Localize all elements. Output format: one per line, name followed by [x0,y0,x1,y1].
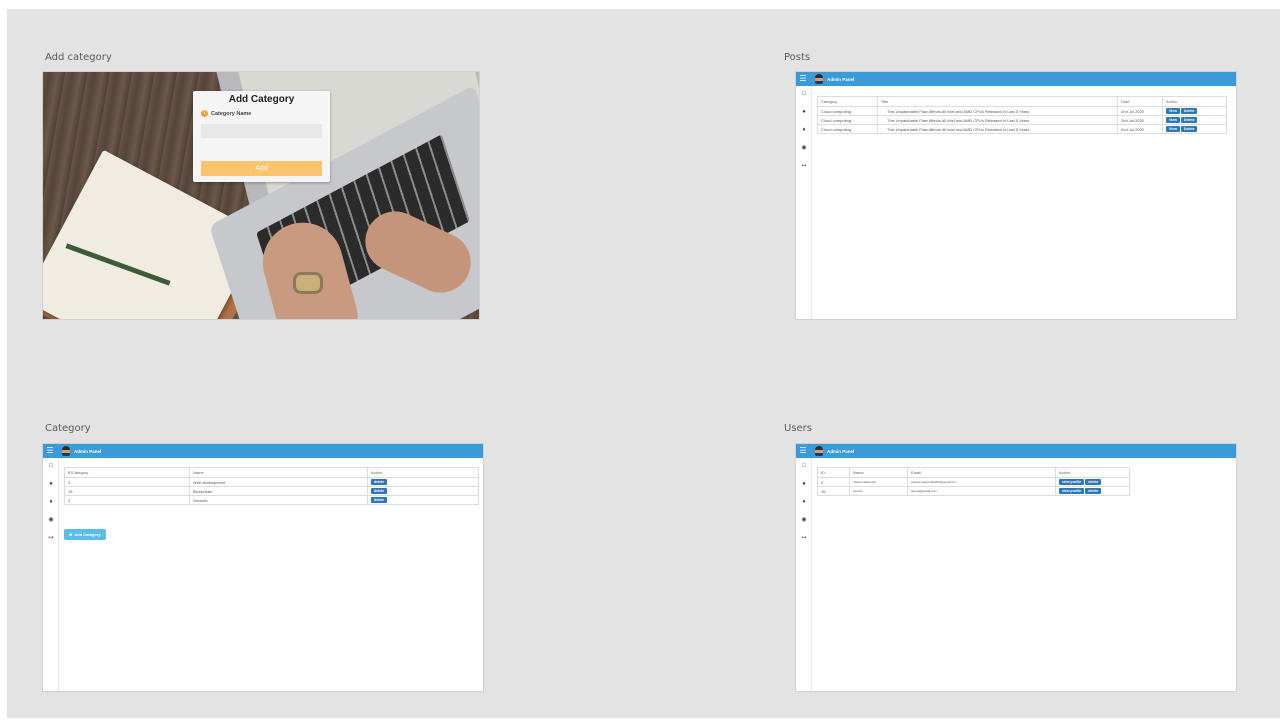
add-category-card: Add Category i Category Name Add [193,91,330,182]
logout-icon[interactable]: ↦ [799,161,809,171]
frame-category: ☰ Admin Panel □ ● ♦ ◉ ↦ IDCategory Name … [42,443,484,692]
col-date: Date [1117,96,1163,107]
table-row: 2 Yassine Elayoubi yassine.elayoubi2020@… [817,477,1130,487]
sidebar: □ ● ♦ ◉ ↦ [796,458,812,691]
delete-button[interactable]: delete [1085,488,1102,494]
topbar: ☰ Admin Panel [796,72,1236,86]
frame-label-users: Users [784,423,813,434]
monitor-icon[interactable]: □ [799,461,809,471]
users-table: ID Name Email Action 2 Yassine Elayoubi … [817,467,1130,496]
table-header: ID Name Email Action [817,467,1130,478]
frame-label-category: Category [45,423,91,434]
tags-icon[interactable]: ♦ [46,497,56,507]
view-button[interactable]: View [1166,108,1180,114]
category-name-label: i Category Name [201,110,251,117]
table-row: 2 Securite delete [64,495,479,505]
table-row: Cloud computing This Unpatchable Flaw Af… [817,124,1227,134]
view-profile-button[interactable]: view profile [1059,488,1085,494]
category-name-input[interactable] [201,124,322,138]
frame-label-posts: Posts [784,52,811,63]
frame-posts: ☰ Admin Panel □ ● ♦ ◉ ↦ Category Title D… [795,71,1237,320]
avatar [62,446,70,456]
col-name: Name [849,467,908,478]
tags-icon[interactable]: ♦ [799,125,809,135]
plus-circle-icon: ⊕ [69,532,73,537]
delete-button[interactable]: delete [371,497,388,503]
col-category: Category [817,96,878,107]
view-profile-button[interactable]: view profile [1059,479,1085,485]
delete-button[interactable]: delete [371,488,388,494]
table-row: Cloud computing This Unpatchable Flaw Af… [817,115,1227,125]
delete-button[interactable]: delete [371,479,388,485]
palette-icon[interactable]: ◉ [799,143,809,153]
hamburger-icon[interactable]: ☰ [796,72,810,86]
col-action: Action [1055,467,1130,478]
col-name: Name [189,467,368,478]
users-icon[interactable]: ● [799,107,809,117]
posts-table: Category Title Date Action Cloud computi… [817,96,1227,134]
add-category-title: Add Category [228,94,295,105]
logout-icon[interactable]: ↦ [799,533,809,543]
view-button[interactable]: View [1166,126,1180,132]
delete-button[interactable]: delete [1085,479,1102,485]
col-action: Action [1162,96,1227,107]
frame-add-category: Add Category i Category Name Add [42,71,480,320]
add-category-button[interactable]: ⊕ Add Category [64,529,106,540]
hamburger-icon[interactable]: ☰ [796,444,810,458]
hamburger-icon[interactable]: ☰ [43,444,57,458]
logout-icon[interactable]: ↦ [46,533,56,543]
add-button[interactable]: Add [201,161,322,176]
panel-title: Admin Panel [827,448,855,454]
col-id: ID [817,467,850,478]
frame-label-add-category: Add category [45,52,112,63]
topbar: ☰ Admin Panel [43,444,483,458]
avatar [815,74,823,84]
delete-button[interactable]: Delete [1180,108,1198,114]
palette-icon[interactable]: ◉ [46,515,56,525]
users-icon[interactable]: ● [799,479,809,489]
panel-title: Admin Panel [827,76,855,82]
delete-button[interactable]: Delete [1180,126,1198,132]
frame-users: ☰ Admin Panel □ ● ♦ ◉ ↦ ID Name Email Ac… [795,443,1237,692]
panel-title: Admin Panel [74,448,102,454]
table-header: IDCategory Name Action [64,467,479,478]
users-icon[interactable]: ● [46,479,56,489]
info-icon: i [201,110,208,117]
view-button[interactable]: View [1166,117,1180,123]
topbar: ☰ Admin Panel [796,444,1236,458]
table-row: Cloud computing This Unpatchable Flaw Af… [817,106,1227,116]
monitor-icon[interactable]: □ [799,89,809,99]
table-row: 2 Web development delete [64,477,479,487]
table-row: 15 Hamza hamza@gmail.com view profile del… [817,486,1130,496]
sidebar: □ ● ♦ ◉ ↦ [796,86,812,319]
palette-icon[interactable]: ◉ [799,515,809,525]
table-row: 15 Blockchain delete [64,486,479,496]
col-action: Action [367,467,479,478]
tags-icon[interactable]: ♦ [799,497,809,507]
delete-button[interactable]: Delete [1180,117,1198,123]
table-header: Category Title Date Action [817,96,1227,107]
col-email: Email [907,467,1056,478]
col-idcategory: IDCategory [64,467,190,478]
avatar [815,446,823,456]
col-title: Title [877,96,1118,107]
monitor-icon[interactable]: □ [46,461,56,471]
category-table: IDCategory Name Action 2 Web development… [64,467,479,505]
sidebar: □ ● ♦ ◉ ↦ [43,458,59,691]
